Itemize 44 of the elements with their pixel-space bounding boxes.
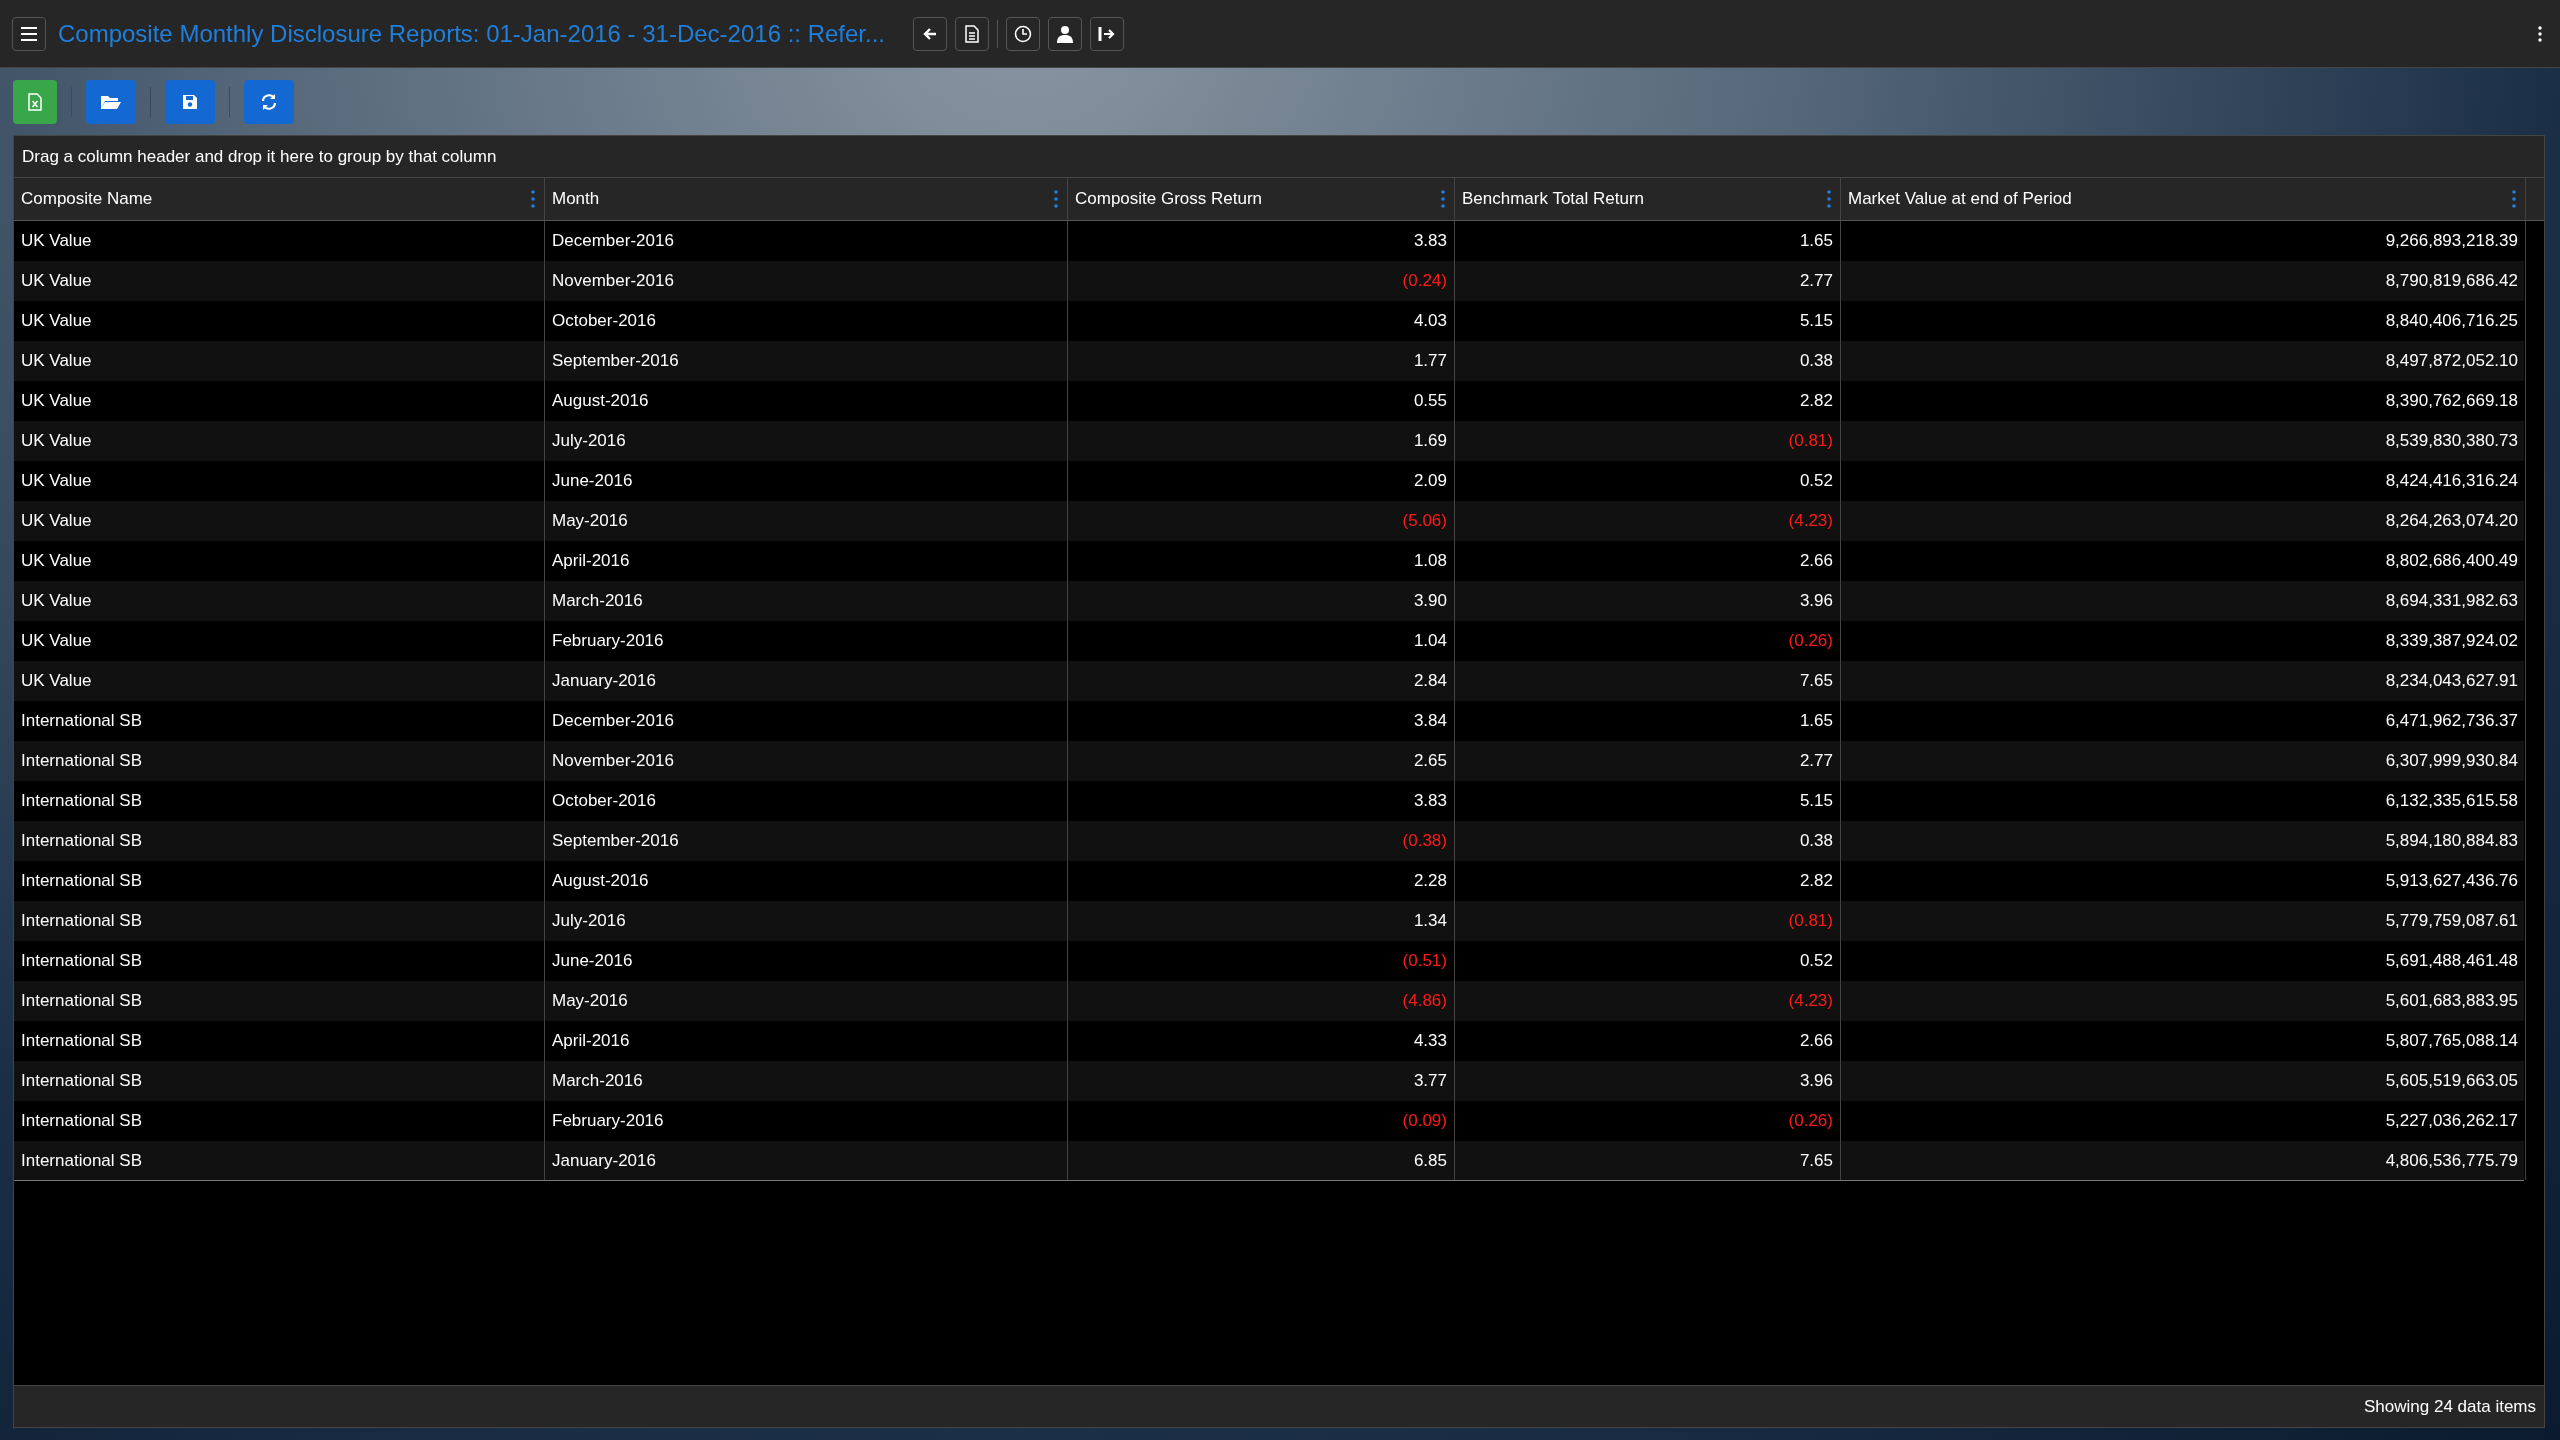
logout-icon (1098, 25, 1117, 42)
column-header[interactable]: Benchmark Total Return (1462, 186, 1645, 212)
item-count-text: Showing 24 data items (2364, 1395, 2536, 1418)
refresh-icon (260, 92, 278, 111)
menu-icon (20, 26, 38, 41)
table-cell: 4,806,536,775.79 (1841, 1141, 2526, 1180)
table-cell: International SB (14, 1141, 545, 1180)
table-cell: January-2016 (545, 1141, 1068, 1180)
column-menu-icon (531, 190, 535, 208)
column-menu-button[interactable] (1439, 188, 1447, 210)
export-excel-button[interactable] (13, 79, 57, 124)
group-panel-hint: Drag a column header and drop it here to group by that column (22, 145, 497, 168)
column-menu-button[interactable] (1052, 188, 1060, 210)
open-button[interactable] (86, 79, 136, 124)
column-header[interactable]: Composite Name (21, 186, 153, 212)
column-menu-icon (1441, 190, 1445, 208)
column-header[interactable]: Market Value at end of Period (1848, 186, 2072, 212)
excel-file-icon (28, 92, 42, 111)
report-button[interactable] (955, 16, 990, 51)
user-button[interactable] (1048, 16, 1083, 51)
arrow-left-icon (923, 27, 938, 40)
column-header[interactable]: Composite Gross Return (1075, 186, 1263, 212)
column-menu-button[interactable] (2510, 188, 2518, 210)
back-button[interactable] (913, 16, 948, 51)
refresh-button[interactable] (244, 79, 294, 124)
save-button[interactable] (165, 79, 215, 124)
clock-icon (1014, 24, 1033, 43)
more-icon (2538, 25, 2542, 42)
column-menu-icon (1827, 190, 1831, 208)
folder-icon (100, 93, 122, 110)
page-title: Composite Monthly Disclosure Reports: 01-Jan-2016 - 31-Dec-2016 :: Refer... (58, 18, 886, 49)
document-icon (965, 24, 980, 43)
column-menu-icon (2512, 190, 2516, 208)
user-icon (1057, 24, 1074, 43)
history-button[interactable] (1006, 16, 1041, 51)
column-menu-button[interactable] (1825, 188, 1833, 210)
table-cell: 7.65 (1455, 1141, 1841, 1180)
column-header[interactable]: Month (552, 186, 600, 212)
logout-button[interactable] (1090, 16, 1125, 51)
table-cell: 6.85 (1068, 1141, 1455, 1180)
save-icon (182, 93, 198, 110)
menu-button[interactable] (12, 16, 46, 51)
column-menu-button[interactable] (529, 188, 537, 210)
column-menu-icon (1054, 190, 1058, 208)
